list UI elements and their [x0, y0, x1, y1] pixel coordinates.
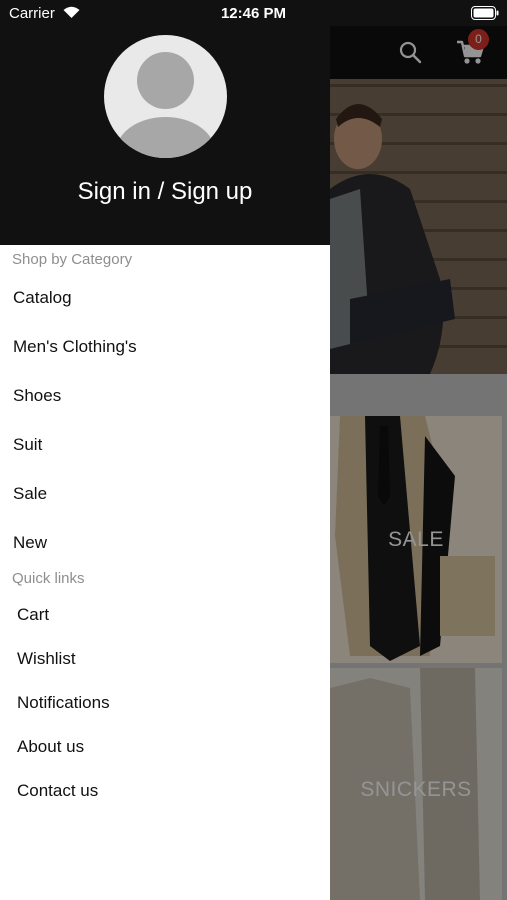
avatar-head — [137, 52, 194, 109]
drawer-header: Sign in / Sign up — [0, 0, 330, 245]
quick-link-cart[interactable]: Cart — [17, 600, 317, 630]
quick-links-title: Quick links — [12, 570, 85, 587]
menu-item-mens-clothing[interactable]: Men's Clothing's — [13, 332, 313, 362]
quick-link-wishlist[interactable]: Wishlist — [17, 644, 317, 674]
menu-item-suit[interactable]: Suit — [13, 430, 313, 460]
shop-by-category-title: Shop by Category — [12, 251, 133, 268]
status-bar: Carrier 12:46 PM — [0, 0, 507, 26]
quick-link-notifications[interactable]: Notifications — [17, 688, 317, 718]
quick-link-contact-us[interactable]: Contact us — [17, 776, 317, 806]
quick-link-about-us[interactable]: About us — [17, 732, 317, 762]
avatar-body — [116, 117, 215, 158]
menu-item-new[interactable]: New — [13, 528, 313, 558]
avatar[interactable] — [104, 35, 227, 158]
battery-icon — [471, 6, 499, 20]
menu-item-shoes[interactable]: Shoes — [13, 381, 313, 411]
signin-signup-link[interactable]: Sign in / Sign up — [0, 178, 330, 206]
menu-item-catalog[interactable]: Catalog — [13, 283, 313, 313]
menu-item-sale[interactable]: Sale — [13, 479, 313, 509]
status-time: 12:46 PM — [220, 5, 287, 22]
side-drawer: Sign in / Sign up Shop by Category Catal… — [0, 0, 330, 900]
